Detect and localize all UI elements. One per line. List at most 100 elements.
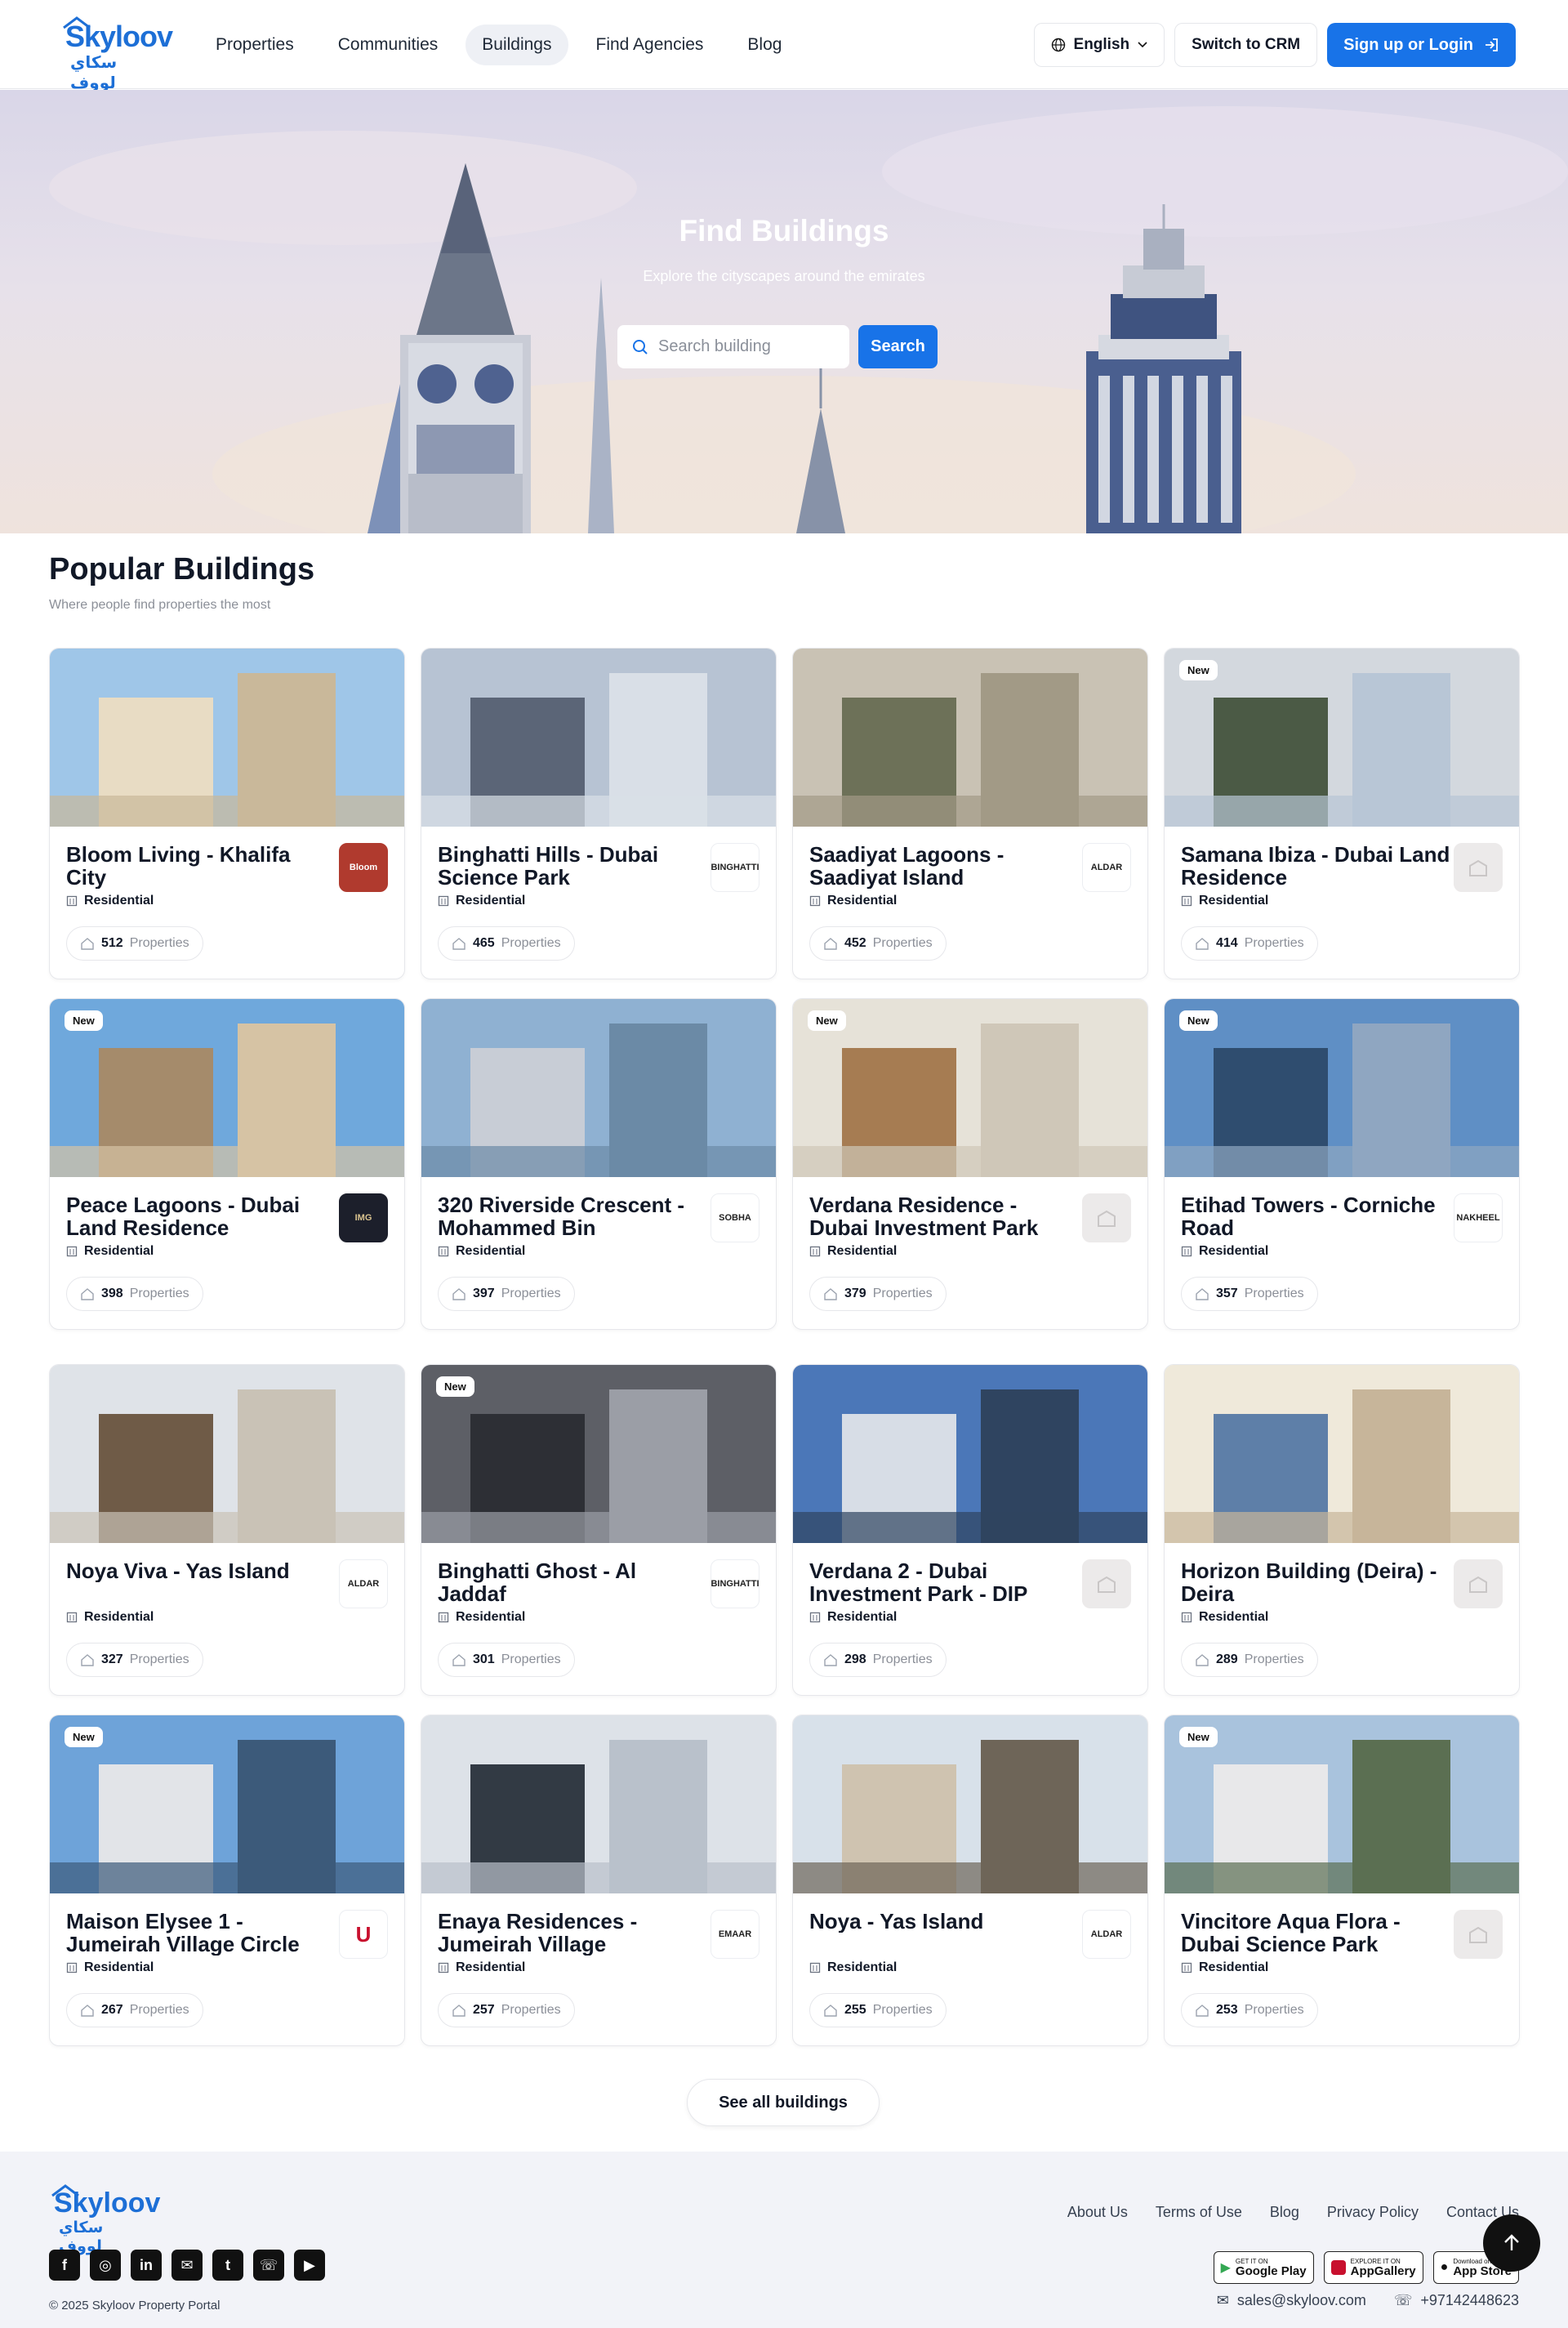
properties-count-pill: 257 Properties <box>438 1993 575 2027</box>
home-icon <box>452 2005 466 2017</box>
developer-logo-placeholder <box>1454 1910 1503 1959</box>
building-title: Horizon Building (Deira) - Deira <box>1181 1559 1437 1605</box>
properties-label: Properties <box>129 936 189 950</box>
nav-properties[interactable]: Properties <box>199 25 310 65</box>
building-type-label: Residential <box>827 894 898 908</box>
home-icon <box>81 1288 94 1300</box>
footer-link-terms[interactable]: Terms of Use <box>1156 2204 1242 2221</box>
building-title: Enaya Residences - Jumeirah Village <box>438 1910 638 1956</box>
developer-logo-placeholder <box>1082 1193 1131 1242</box>
properties-count-pill: 398 Properties <box>66 1277 203 1311</box>
building-photo: New <box>421 1365 776 1543</box>
building-card[interactable]: New Maison Elysee 1 - Jumeirah Village Ci… <box>49 1715 405 2046</box>
search-icon <box>633 339 648 355</box>
properties-label: Properties <box>872 1652 933 1666</box>
new-badge: New <box>808 1010 846 1031</box>
building-card[interactable]: New Etihad Towers - Corniche Road NAKHEEL R… <box>1164 998 1520 1330</box>
building-card[interactable]: Noya - Yas Island ALDAR Residential 255 Prop… <box>792 1715 1148 2046</box>
nav-blog[interactable]: Blog <box>731 25 798 65</box>
properties-label: Properties <box>872 936 933 950</box>
properties-count: 379 <box>844 1287 866 1300</box>
building-type: Residential <box>66 1960 154 1975</box>
facebook-icon[interactable]: f <box>49 2250 80 2281</box>
building-card[interactable]: 320 Riverside Crescent - Mohammed Bin SOB… <box>421 998 777 1330</box>
footer-phone[interactable]: ☏ +97142448623 <box>1394 2292 1519 2309</box>
building-type-label: Residential <box>456 1610 526 1624</box>
building-card[interactable]: Binghatti Hills - Dubai Science Park BING… <box>421 648 777 979</box>
building-card[interactable]: Noya Viva - Yas Island ALDAR Residential 32… <box>49 1364 405 1696</box>
developer-logo: BINGHATTI <box>710 843 760 892</box>
building-card[interactable]: Saadiyat Lagoons - Saadiyat Island ALDAR R… <box>792 648 1148 979</box>
login-label: Sign up or Login <box>1343 35 1473 54</box>
building-type: Residential <box>438 894 525 908</box>
properties-count: 327 <box>101 1652 123 1666</box>
properties-count: 414 <box>1216 936 1238 950</box>
switch-to-crm-button[interactable]: Switch to CRM <box>1174 23 1318 67</box>
language-selector[interactable]: English <box>1033 23 1165 67</box>
developer-logo-text: ALDAR <box>347 1579 380 1589</box>
building-type-label: Residential <box>84 1960 154 1974</box>
building-type-label: Residential <box>84 894 154 908</box>
appgallery-badge[interactable]: EXPLORE IT ON AppGallery <box>1323 2251 1423 2284</box>
scroll-to-top-button[interactable] <box>1483 2214 1540 2272</box>
building-card[interactable]: Verdana 2 - Dubai Investment Park - DIP R… <box>792 1364 1148 1696</box>
developer-logo: EMAAR <box>710 1910 760 1959</box>
see-all-buildings-button[interactable]: See all buildings <box>687 2079 880 2126</box>
developer-logo-text: EMAAR <box>718 1929 752 1939</box>
properties-count: 298 <box>844 1652 866 1666</box>
youtube-icon[interactable]: ▶ <box>294 2250 325 2281</box>
properties-count: 253 <box>1216 2003 1238 2017</box>
building-card[interactable]: New Peace Lagoons - Dubai Land Residence I… <box>49 998 405 1330</box>
building-title: Vincitore Aqua Flora - Dubai Science Par… <box>1181 1910 1401 1956</box>
building-type: Residential <box>66 1244 154 1259</box>
developer-logo: U <box>339 1910 388 1959</box>
building-title: Verdana 2 - Dubai Investment Park - DIP <box>809 1559 1028 1605</box>
footer-link-privacy[interactable]: Privacy Policy <box>1327 2204 1419 2221</box>
building-type-icon <box>438 1246 449 1257</box>
linkedin-icon[interactable]: in <box>131 2250 162 2281</box>
whatsapp-icon[interactable]: ☏ <box>253 2250 284 2281</box>
building-card[interactable]: Horizon Building (Deira) - Deira Resident… <box>1164 1364 1520 1696</box>
building-search-box[interactable] <box>617 325 849 368</box>
building-card[interactable]: Bloom Living - Khalifa City Bloom Resident… <box>49 648 405 979</box>
search-button[interactable]: Search <box>858 325 938 368</box>
store-name: Google Play <box>1235 2264 1307 2278</box>
google-play-badge[interactable]: ▶ GET IT ON Google Play <box>1213 2251 1314 2284</box>
mail-icon: ✉ <box>1216 2292 1229 2308</box>
developer-logo-placeholder <box>1454 843 1503 892</box>
nav-communities[interactable]: Communities <box>322 25 455 65</box>
building-photo: New <box>50 1715 404 1893</box>
building-type: Residential <box>438 1610 525 1625</box>
login-button[interactable]: Sign up or Login <box>1327 23 1516 67</box>
building-card[interactable]: New Verdana Residence - Dubai Investment … <box>792 998 1148 1330</box>
nav-buildings[interactable]: Buildings <box>466 25 568 65</box>
building-photo: New <box>1165 1715 1519 1893</box>
footer-email[interactable]: ✉ sales@skyloov.com <box>1217 2292 1366 2309</box>
developer-logo-text: BINGHATTI <box>710 863 760 872</box>
building-type-icon <box>809 1612 821 1623</box>
phone-text: +97142448623 <box>1420 2292 1519 2308</box>
new-badge: New <box>1179 1727 1218 1747</box>
building-card[interactable]: New Samana Ibiza - Dubai Land Residence Re… <box>1164 648 1520 979</box>
footer-link-blog[interactable]: Blog <box>1270 2204 1299 2221</box>
developer-logo-text: ALDAR <box>1090 1929 1123 1939</box>
building-search-input[interactable] <box>658 337 838 356</box>
copyright: © 2025 Skyloov Property Portal <box>49 2299 220 2312</box>
building-type: Residential <box>1181 894 1268 908</box>
footer-link-about[interactable]: About Us <box>1067 2204 1128 2221</box>
skyloov-logo[interactable]: Skyloov سكاي لووف <box>60 15 173 92</box>
building-card[interactable]: New Vincitore Aqua Flora - Dubai Science … <box>1164 1715 1520 2046</box>
email-icon[interactable]: ✉ <box>172 2250 203 2281</box>
instagram-icon[interactable]: ◎ <box>90 2250 121 2281</box>
twitter-icon[interactable]: t <box>212 2250 243 2281</box>
building-card[interactable]: New Binghatti Ghost - Al Jaddaf BINGHATTI R… <box>421 1364 777 1696</box>
building-photo <box>50 649 404 827</box>
home-icon <box>452 1288 466 1300</box>
developer-logo-text: BINGHATTI <box>710 1579 760 1589</box>
developer-logo: IMG <box>339 1193 388 1242</box>
nav-find-agencies[interactable]: Find Agencies <box>580 25 720 65</box>
building-type: Residential <box>809 1244 897 1259</box>
building-card[interactable]: Enaya Residences - Jumeirah Village EMAAR… <box>421 1715 777 2046</box>
footer-logo[interactable]: Skyloov سكاي لووف <box>49 2183 160 2255</box>
building-title: Maison Elysee 1 - Jumeirah Village Circl… <box>66 1910 300 1956</box>
